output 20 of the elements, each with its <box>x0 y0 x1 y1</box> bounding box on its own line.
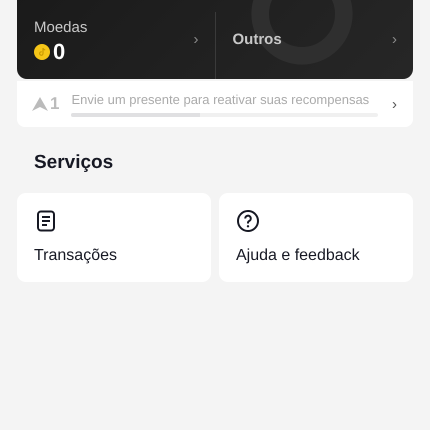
level-number: 1 <box>50 94 60 114</box>
others-label: Outros <box>232 31 282 48</box>
coins-section[interactable]: Moedas 0 › <box>17 0 214 79</box>
chevron-icon: › <box>392 96 397 112</box>
chevron-icon: › <box>392 31 397 48</box>
chevron-icon: › <box>194 31 198 48</box>
service-label: Transações <box>34 247 117 265</box>
service-label: Ajuda e feedback <box>236 247 360 265</box>
others-section[interactable]: Outros › <box>216 0 413 79</box>
coins-value: 0 <box>53 40 66 64</box>
document-icon <box>34 209 58 233</box>
rewards-bar[interactable]: 1 Envie um presente para reativar suas recompensas › <box>17 81 413 127</box>
help-icon <box>236 209 260 233</box>
section-title: Serviços <box>33 151 114 175</box>
coins-label: Moedas <box>34 19 88 36</box>
coin-icon <box>34 44 50 60</box>
level-icon <box>32 97 48 111</box>
service-card[interactable]: Transações <box>17 193 211 282</box>
reward-message: Envie um presente para reativar suas recompensas <box>71 92 370 106</box>
service-card[interactable]: Ajuda e feedback <box>219 193 413 282</box>
